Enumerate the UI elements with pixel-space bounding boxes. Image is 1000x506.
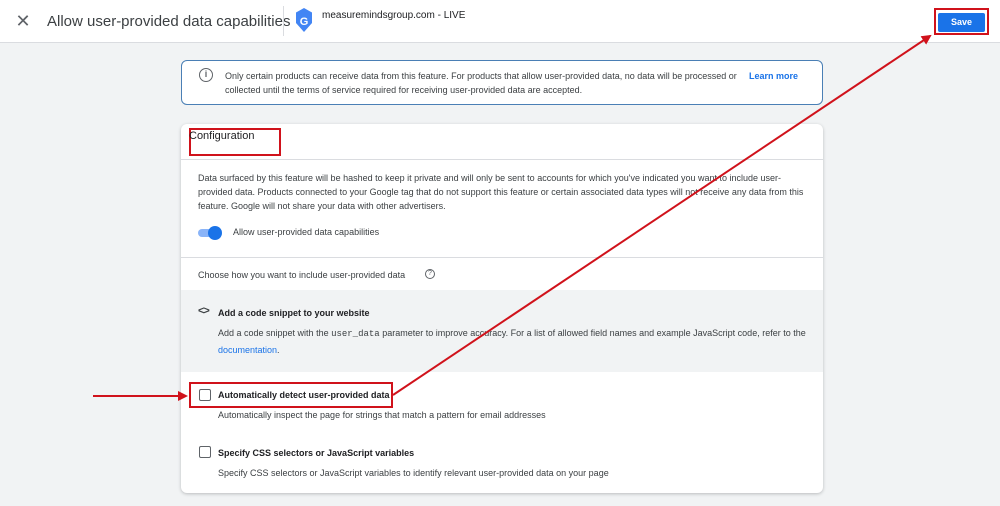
code-snippet-description: Add a code snippet with the user_data pa… [218,325,808,358]
close-icon[interactable]: ✕ [14,12,32,30]
svg-text:G: G [300,16,309,28]
code-snippet-title: Add a code snippet to your website [218,308,370,318]
snippet-desc-before: Add a code snippet with the [218,328,332,338]
help-icon[interactable]: ? [425,269,435,279]
info-icon: i [199,68,213,82]
google-tag-icon: G [296,8,312,32]
card-header: Configuration [181,124,823,160]
configuration-card: Configuration Data surfaced by this feat… [181,124,823,493]
auto-detect-checkbox[interactable] [199,389,211,401]
configuration-description: Data surfaced by this feature will be ha… [198,173,804,211]
configuration-title: Configuration [189,130,255,142]
code-icon: <> [198,305,210,317]
auto-detect-description: Automatically inspect the page for strin… [218,410,546,420]
header-divider [283,6,284,36]
css-selectors-description: Specify CSS selectors or JavaScript vari… [218,468,609,478]
page-title: Allow user-provided data capabilities [47,13,291,30]
snippet-desc-after: . [277,345,280,355]
top-bar: ✕ Allow user-provided data capabilities … [0,0,1000,43]
notice-text: Only certain products can receive data f… [225,71,737,95]
section-divider [181,257,823,258]
property-name: measuremindsgroup.com - LIVE [322,10,466,21]
css-selectors-checkbox[interactable] [199,446,211,458]
choose-method-label: Choose how you want to include user-prov… [198,270,406,280]
auto-detect-title: Automatically detect user-provided data [218,390,390,400]
documentation-link[interactable]: documentation [218,345,277,355]
snippet-desc-middle: parameter to improve accuracy. For a lis… [379,328,806,338]
learn-more-link[interactable]: Learn more [749,71,798,81]
save-button-highlight: Save [934,8,989,35]
toggle-knob [208,226,222,240]
allow-data-toggle[interactable] [198,226,222,240]
info-notice: i Only certain products can receive data… [181,60,823,105]
save-button[interactable]: Save [938,13,985,32]
toggle-label: Allow user-provided data capabilities [233,227,380,237]
css-selectors-title: Specify CSS selectors or JavaScript vari… [218,448,415,458]
user-data-code: user_data [331,329,380,339]
